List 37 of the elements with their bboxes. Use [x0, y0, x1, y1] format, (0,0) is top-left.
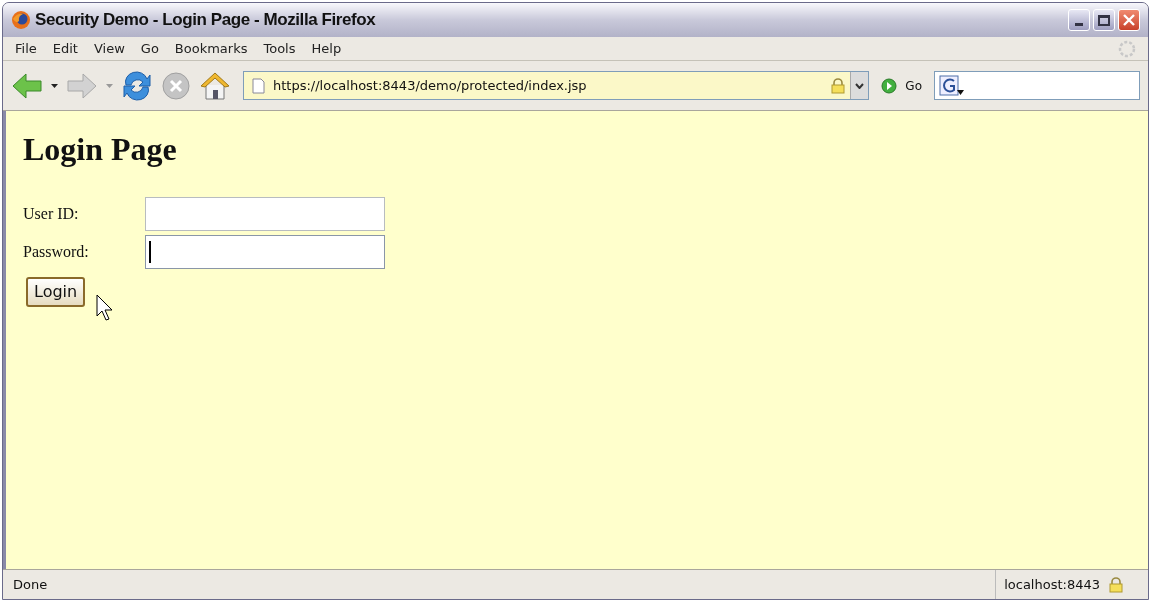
reload-icon[interactable]	[121, 69, 153, 102]
menu-item[interactable]: File	[7, 38, 45, 59]
address-dropdown-button[interactable]	[850, 72, 869, 99]
field-label: Password:	[23, 242, 90, 262]
menu-item[interactable]: Tools	[255, 38, 304, 59]
padlock-icon	[830, 77, 847, 94]
back-arrow-icon[interactable]	[11, 71, 43, 100]
page-icon	[252, 77, 265, 94]
dropdown-caret-icon[interactable]	[51, 83, 58, 88]
page-heading: Login Page	[23, 130, 178, 169]
address-bar[interactable]: https://localhost:8443/demo/protected/index.jsp	[243, 71, 870, 100]
address-url: https://localhost:8443/demo/protected/index.jsp	[273, 76, 587, 95]
menu-item[interactable]: Edit	[44, 38, 86, 59]
go-button[interactable]: Go	[877, 76, 926, 95]
close-button[interactable]	[1118, 9, 1140, 31]
input-field[interactable]	[145, 235, 385, 269]
text-cursor	[149, 241, 151, 263]
throbber-icon	[1118, 39, 1136, 58]
status-host: localhost:8443	[1004, 575, 1100, 594]
padlock-icon	[1108, 576, 1124, 593]
field-label: User ID:	[23, 204, 80, 224]
menu-item[interactable]: View	[85, 38, 133, 59]
maximize-button[interactable]	[1093, 9, 1115, 31]
close-icon	[1123, 14, 1135, 26]
search-field[interactable]	[934, 71, 1140, 100]
mouse-pointer-icon	[96, 294, 114, 322]
firefox-logo-icon	[11, 10, 31, 30]
input-field[interactable]	[145, 197, 385, 231]
login-button[interactable]: Login	[26, 277, 86, 307]
status-text: Done	[12, 575, 48, 594]
search-engine-icon[interactable]	[939, 74, 965, 97]
window-title: Security Demo - Login Page - Mozilla Firefox	[35, 9, 376, 32]
menu-item[interactable]: Help	[303, 38, 350, 59]
menu-item[interactable]: Go	[132, 38, 167, 59]
menu-item[interactable]: Bookmarks	[166, 38, 256, 59]
minimize-button[interactable]	[1068, 9, 1090, 31]
chevron-down-icon	[855, 82, 865, 89]
